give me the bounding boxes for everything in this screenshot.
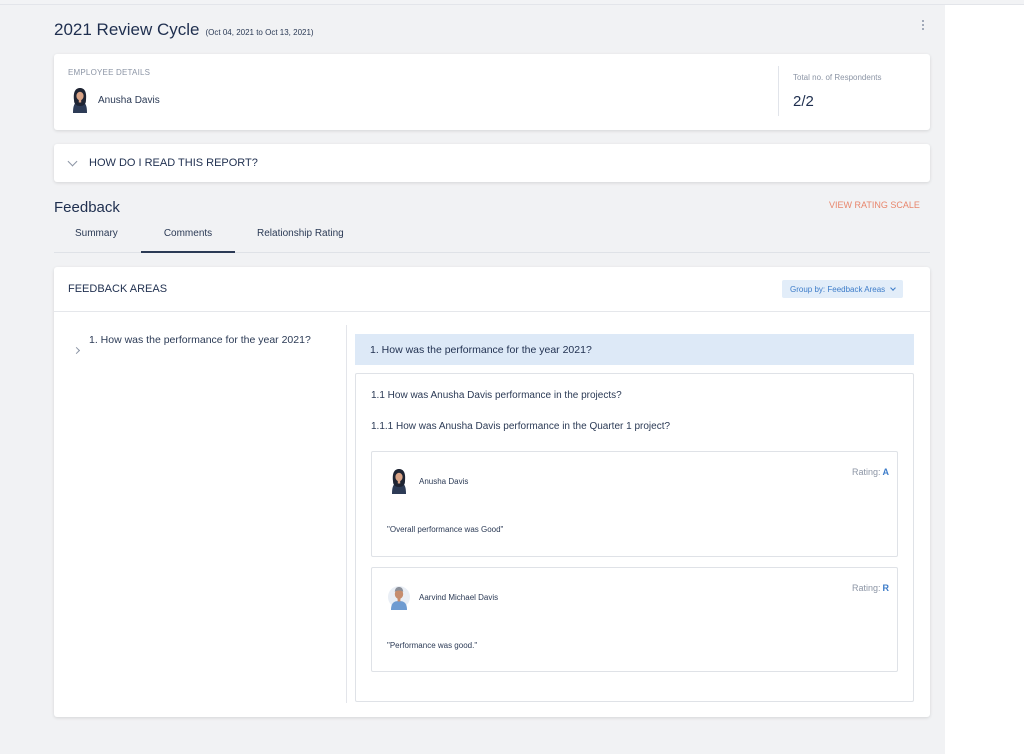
- feedback-tabs: Summary Comments Relationship Rating: [54, 222, 930, 253]
- question-body: 1.1 How was Anusha Davis performance in …: [355, 373, 914, 702]
- rating-value: A: [882, 467, 890, 477]
- review-cycle-title: 2021 Review Cycle: [54, 20, 200, 39]
- how-to-read-accordion[interactable]: HOW DO I READ THIS REPORT?: [54, 144, 930, 182]
- female-avatar-icon: [73, 88, 87, 113]
- how-to-read-label: HOW DO I READ THIS REPORT?: [89, 157, 258, 169]
- employee-divider: [778, 66, 779, 116]
- response-comment: "Performance was good.": [387, 641, 478, 650]
- tab-comments[interactable]: Comments: [141, 228, 235, 253]
- column-divider: [346, 325, 347, 703]
- tab-summary[interactable]: Summary: [75, 228, 118, 253]
- rating-value: R: [882, 583, 890, 593]
- respondent-name: Anusha Davis: [419, 476, 469, 486]
- chevron-down-icon: [890, 284, 897, 291]
- feedback-areas-card: FEEDBACK AREAS Group by: Feedback Areas …: [54, 267, 930, 717]
- respondents-count: 2/2: [793, 93, 814, 110]
- question-header: 1. How was the performance for the year …: [355, 334, 914, 365]
- rating: Rating: R: [851, 583, 890, 593]
- feedback-areas-tree: 1. How was the performance for the year …: [54, 312, 346, 717]
- tree-item-question-1[interactable]: 1. How was the performance for the year …: [72, 333, 314, 355]
- response-card: Aarvind Michael Davis Rating: R "Performa…: [371, 567, 898, 672]
- tab-relationship-rating[interactable]: Relationship Rating: [257, 228, 344, 253]
- employee-details-label: EMPLOYEE DETAILS: [68, 68, 151, 77]
- rating: Rating: A: [851, 467, 890, 477]
- employee-row: Anusha Davis: [68, 86, 160, 114]
- group-by-dropdown[interactable]: Group by: Feedback Areas: [782, 280, 904, 298]
- right-blank-pane: [945, 5, 1024, 754]
- review-date-range: (Oct 04, 2021 to Oct 13, 2021): [205, 28, 314, 37]
- respondent: Aarvind Michael Davis: [387, 583, 498, 611]
- respondent-name: Aarvind Michael Davis: [419, 592, 499, 602]
- view-rating-scale-link[interactable]: VIEW RATING SCALE: [829, 200, 920, 210]
- female-avatar-icon: [392, 469, 406, 494]
- review-header: 2021 Review Cycle (Oct 04, 2021 to Oct 1…: [54, 20, 314, 40]
- sub-sub-question: 1.1.1 How was Anusha Davis performance i…: [371, 421, 671, 432]
- sub-question: 1.1 How was Anusha Davis performance in …: [371, 390, 622, 401]
- chevron-right-icon: [72, 346, 81, 355]
- rating-label: Rating: [851, 467, 878, 477]
- employee-name: Anusha Davis: [98, 94, 160, 106]
- tree-item-label: 1. How was the performance for the year …: [89, 334, 311, 346]
- chevron-down-icon: [67, 156, 78, 166]
- respondent: Anusha Davis: [387, 467, 468, 495]
- rating-label: Rating: [851, 583, 878, 593]
- male-avatar-icon: [388, 586, 410, 610]
- feedback-title: Feedback: [54, 199, 120, 216]
- feedback-areas-title: FEEDBACK AREAS: [68, 283, 168, 295]
- more-options-icon[interactable]: [919, 18, 927, 32]
- group-by-label: Group by: Feedback Areas: [790, 284, 886, 294]
- response-card: Anusha Davis Rating: A "Overall performan…: [371, 451, 898, 557]
- employee-details-card: EMPLOYEE DETAILS Anusha Davis Total no. …: [54, 54, 930, 130]
- respondents-label: Total no. of Respondents: [793, 73, 882, 82]
- response-comment: "Overall performance was Good": [387, 525, 504, 534]
